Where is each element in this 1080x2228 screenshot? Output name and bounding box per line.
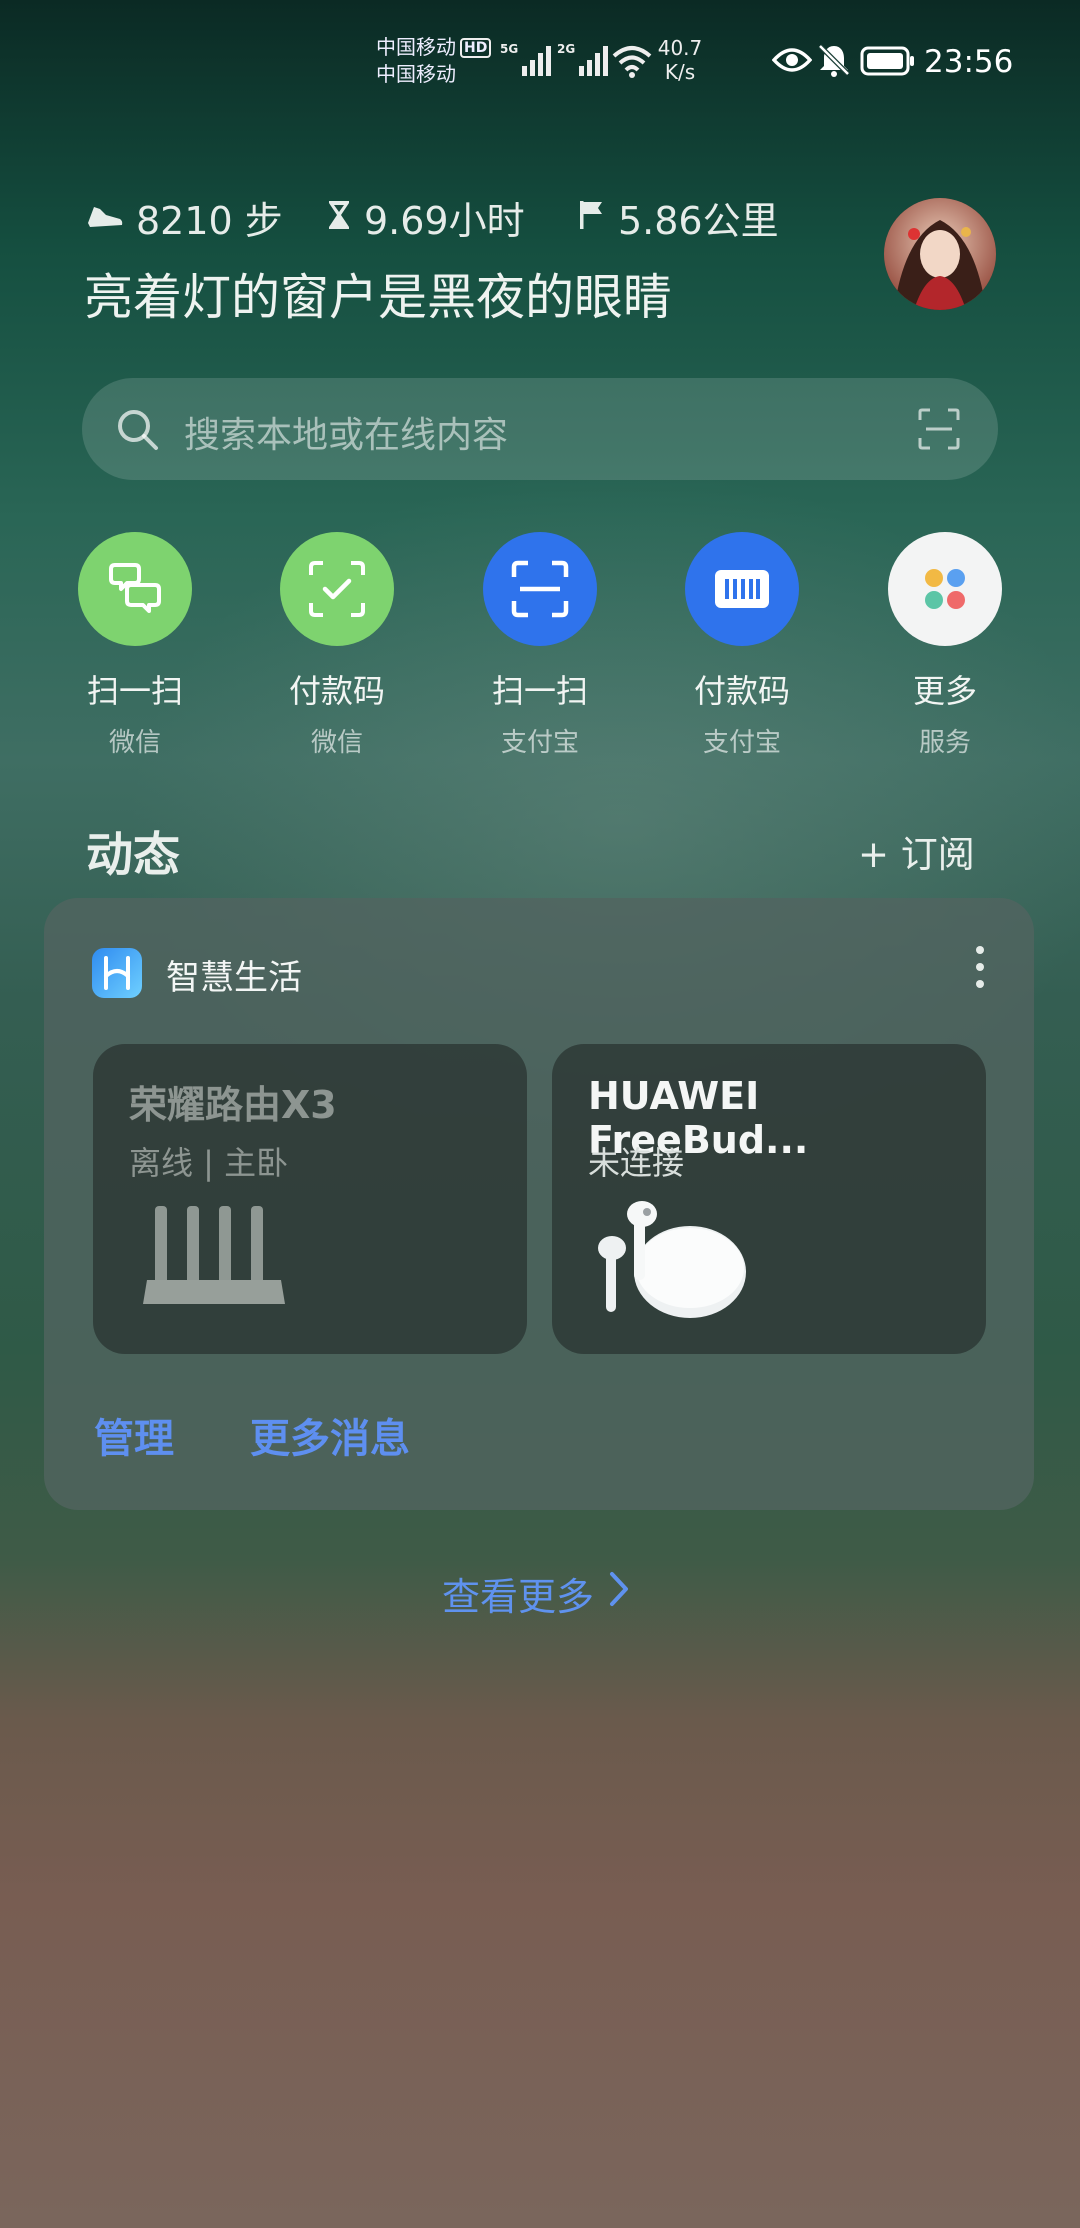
net-2g-label: 2G bbox=[557, 42, 576, 56]
device-status: 离线 | 主卧 bbox=[129, 1144, 289, 1182]
shortcut-subtitle: 支付宝 bbox=[702, 728, 781, 758]
card-title: 智慧生活 bbox=[166, 958, 302, 998]
more-services-icon bbox=[888, 532, 1002, 646]
network-speed: 40.7 K/s bbox=[652, 36, 708, 84]
wifi-icon bbox=[612, 44, 652, 82]
alipay-scan-shortcut[interactable]: 扫一扫 支付宝 bbox=[460, 532, 620, 759]
smart-life-app-icon bbox=[92, 948, 142, 998]
flag-icon bbox=[578, 196, 606, 240]
hourglass-icon bbox=[326, 196, 352, 240]
shortcut-title: 更多 bbox=[912, 672, 977, 710]
signal-2g-icon: 2G bbox=[557, 42, 613, 76]
see-more-label: 查看更多 bbox=[442, 1575, 595, 1619]
distance-value: 5.86公里 bbox=[618, 199, 779, 243]
steps-value: 8210 步 bbox=[136, 199, 283, 243]
shortcut-subtitle: 支付宝 bbox=[500, 728, 579, 758]
wechat-scan-icon bbox=[78, 532, 192, 646]
battery-icon bbox=[860, 46, 916, 80]
carrier-1-label: 中国移动 bbox=[376, 35, 456, 59]
carrier-block: 中国移动 HD 中国移动 bbox=[376, 34, 492, 88]
subscribe-button[interactable]: + 订阅 bbox=[858, 824, 975, 878]
wechat-scan-shortcut[interactable]: 扫一扫 微信 bbox=[55, 532, 215, 759]
shortcut-title: 付款码 bbox=[288, 672, 385, 710]
shortcut-title: 扫一扫 bbox=[491, 672, 588, 710]
duration-stat[interactable]: 9.69小时 bbox=[326, 190, 525, 245]
barcode-icon bbox=[685, 532, 799, 646]
wechat-pay-code-shortcut[interactable]: 付款码 微信 bbox=[257, 532, 417, 759]
shortcut-title: 扫一扫 bbox=[86, 672, 183, 710]
carrier-2-label: 中国移动 bbox=[376, 62, 456, 86]
scan-icon[interactable] bbox=[918, 408, 960, 454]
wechat-pay-icon bbox=[280, 532, 394, 646]
shortcut-subtitle: 微信 bbox=[108, 728, 161, 758]
chevron-right-icon bbox=[608, 1570, 630, 1617]
alipay-scan-icon bbox=[483, 532, 597, 646]
search-bar[interactable]: 搜索本地或在线内容 bbox=[82, 378, 998, 480]
avatar-image bbox=[884, 198, 996, 310]
more-messages-link[interactable]: 更多消息 bbox=[250, 1406, 410, 1464]
net-5g-label: 5G bbox=[500, 42, 519, 56]
device-status: 未连接 bbox=[588, 1144, 685, 1182]
shortcut-title: 付款码 bbox=[693, 672, 790, 710]
manage-link[interactable]: 管理 bbox=[94, 1406, 174, 1464]
device-tile-earbuds[interactable]: HUAWEI FreeBud... 未连接 bbox=[552, 1044, 986, 1354]
router-icon bbox=[139, 1204, 289, 1312]
search-input[interactable]: 搜索本地或在线内容 bbox=[184, 406, 508, 458]
device-tile-router[interactable]: 荣耀路由X3 离线 | 主卧 bbox=[93, 1044, 527, 1354]
earbuds-icon bbox=[592, 1194, 752, 1328]
feed-section-title: 动态 bbox=[86, 828, 180, 883]
shortcut-subtitle: 微信 bbox=[310, 728, 363, 758]
speed-value: 40.7 bbox=[657, 36, 703, 60]
shortcut-subtitle: 服务 bbox=[918, 728, 971, 758]
distance-stat[interactable]: 5.86公里 bbox=[578, 190, 779, 245]
motto-text: 亮着灯的窗户是黑夜的眼睛 bbox=[84, 269, 673, 326]
more-options-icon[interactable] bbox=[974, 944, 986, 994]
search-icon bbox=[116, 408, 160, 456]
duration-value: 9.69小时 bbox=[364, 199, 525, 243]
clock: 23:56 bbox=[924, 44, 1014, 80]
hd-badge: HD bbox=[460, 38, 492, 58]
signal-5g-icon: 5G bbox=[500, 42, 556, 76]
mute-bell-icon bbox=[816, 42, 852, 82]
see-more-button[interactable]: 查看更多 bbox=[442, 1566, 630, 1621]
speed-unit: K/s bbox=[664, 60, 696, 84]
device-name: 荣耀路由X3 bbox=[129, 1083, 337, 1127]
more-services-shortcut[interactable]: 更多 服务 bbox=[865, 532, 1025, 759]
alipay-pay-code-shortcut[interactable]: 付款码 支付宝 bbox=[662, 532, 822, 759]
eye-icon bbox=[771, 46, 813, 78]
user-avatar[interactable] bbox=[884, 198, 996, 310]
steps-stat[interactable]: 8210 步 bbox=[86, 190, 283, 245]
smart-life-card[interactable]: 智慧生活 荣耀路由X3 离线 | 主卧 HUAWEI FreeBud... 未连… bbox=[44, 898, 1034, 1510]
shoe-icon bbox=[86, 196, 124, 240]
